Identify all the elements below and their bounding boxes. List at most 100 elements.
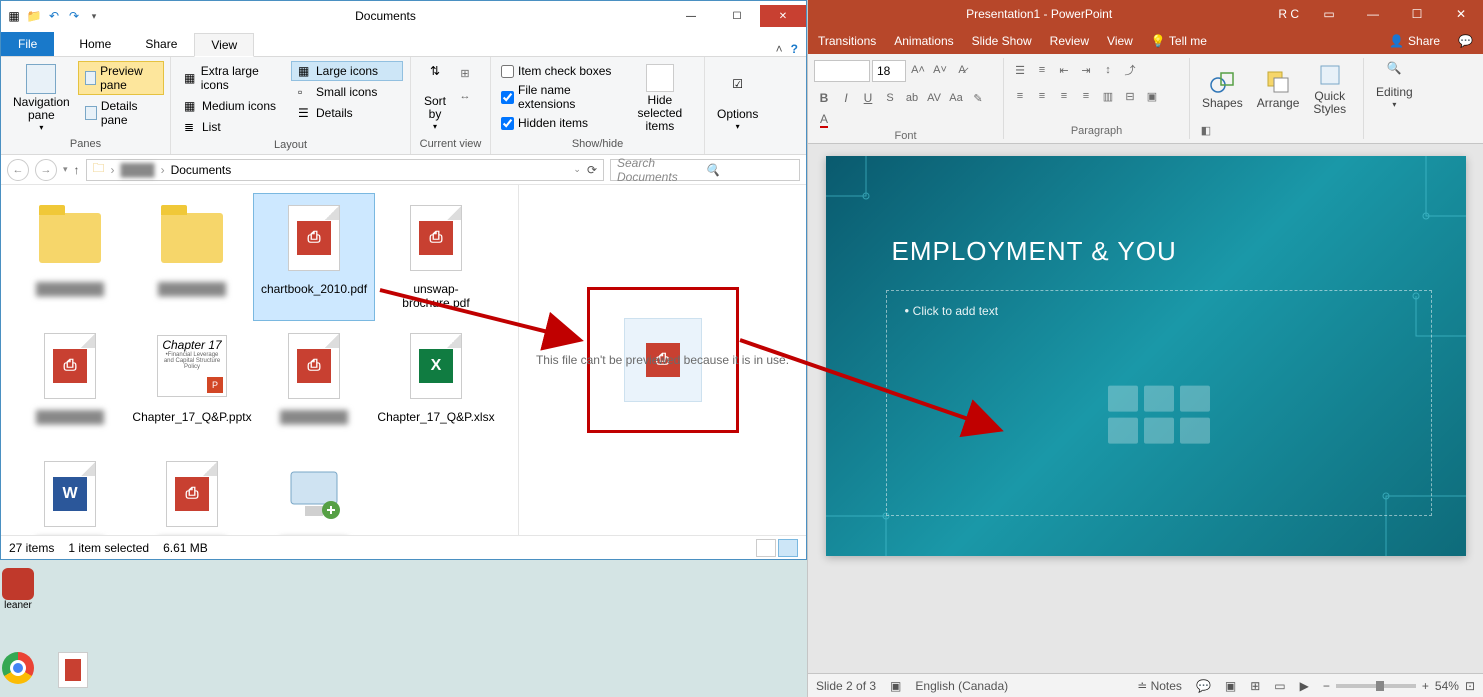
font-family-combo[interactable] <box>814 60 870 82</box>
slide-canvas[interactable]: EMPLOYMENT & YOU • Click to add text <box>808 144 1483 673</box>
file-name-extensions[interactable]: File name extensions <box>499 82 618 112</box>
view-sorter-icon[interactable]: ⊞ <box>1250 679 1260 693</box>
slide[interactable]: EMPLOYMENT & YOU • Click to add text <box>826 156 1466 556</box>
bold-icon[interactable]: B <box>814 88 834 108</box>
recent-locations-icon[interactable]: ▾ <box>63 164 68 175</box>
share-button[interactable]: 👤Share <box>1389 34 1440 48</box>
qat-customize-icon[interactable]: ▾ <box>85 7 103 25</box>
explorer-titlebar[interactable]: ▦ 📁 ↶ ↷ ▾ Documents — ☐ ✕ <box>1 1 806 31</box>
slide-counter[interactable]: Slide 2 of 3 <box>816 679 876 693</box>
numbering-icon[interactable]: ≡ <box>1032 60 1052 80</box>
file-item[interactable]: ⎙chartbook_2010.pdf <box>253 193 375 321</box>
case-icon[interactable]: Aa <box>946 88 966 108</box>
tab-home[interactable]: Home <box>62 32 128 56</box>
size-columns-icon[interactable]: ↔ <box>455 86 475 106</box>
tab-file[interactable]: File <box>1 32 54 56</box>
close-button[interactable]: ✕ <box>760 5 806 27</box>
insert-online-picture-icon[interactable] <box>1144 418 1174 444</box>
tab-view-ppt[interactable]: View <box>1107 34 1133 48</box>
layout-details[interactable]: ☰Details <box>291 103 403 123</box>
desktop-icon-pdf[interactable] <box>58 652 88 688</box>
details-pane-button[interactable]: Details pane <box>78 96 164 130</box>
add-columns-icon[interactable]: ⊞ <box>455 63 475 83</box>
insert-video-icon[interactable] <box>1180 418 1210 444</box>
insert-chart-icon[interactable] <box>1144 386 1174 412</box>
layout-medium[interactable]: ▦Medium icons <box>177 96 289 116</box>
ribbon-collapse-icon[interactable]: ˄ <box>776 42 783 56</box>
ppt-maximize-button[interactable]: ☐ <box>1395 0 1439 28</box>
zoom-control[interactable]: − + 54% ⊡ <box>1323 679 1475 693</box>
tab-view[interactable]: View <box>194 33 254 57</box>
desktop-icon-ccleaner[interactable]: leaner <box>2 568 34 611</box>
up-button[interactable]: ↑ <box>74 163 80 177</box>
file-item[interactable]: ⎙unswap-brochure.pdf <box>375 193 497 321</box>
underline-icon[interactable]: U <box>858 88 878 108</box>
clear-format-icon[interactable]: A̷ <box>952 60 972 80</box>
ppt-minimize-button[interactable]: — <box>1351 0 1395 28</box>
view-normal-icon[interactable]: ▣ <box>1225 679 1236 693</box>
file-item[interactable]: Chapter 17•Financial Leverage and Capita… <box>131 321 253 449</box>
file-item[interactable]: W████████ <box>9 449 131 535</box>
indent-right-icon[interactable]: ⇥ <box>1076 60 1096 80</box>
view-reading-icon[interactable]: ▭ <box>1274 679 1285 693</box>
qat-undo-icon[interactable]: ↶ <box>45 7 63 25</box>
justify-icon[interactable]: ≡ <box>1076 86 1096 106</box>
desktop-icon-chrome[interactable] <box>2 652 34 684</box>
qat-redo-icon[interactable]: ↷ <box>65 7 83 25</box>
decrease-font-icon[interactable]: A˅ <box>930 60 950 80</box>
content-placeholder[interactable]: • Click to add text <box>886 290 1432 516</box>
arrange-button[interactable]: Arrange <box>1251 67 1306 112</box>
notes-button[interactable]: ≐ Notes <box>1137 679 1182 693</box>
file-item[interactable]: ████████ <box>253 449 375 535</box>
align-text-icon[interactable]: ⊟ <box>1120 86 1140 106</box>
tab-review[interactable]: Review <box>1050 34 1089 48</box>
back-button[interactable]: ← <box>7 159 29 181</box>
insert-table-icon[interactable] <box>1108 386 1138 412</box>
layout-large[interactable]: ▦Large icons <box>291 61 403 81</box>
file-item[interactable]: ⎙████████ <box>131 449 253 535</box>
columns-icon[interactable]: ▥ <box>1098 86 1118 106</box>
quick-styles-button[interactable]: Quick Styles <box>1307 60 1352 118</box>
smartart-icon[interactable]: ▣ <box>1142 86 1162 106</box>
file-item[interactable]: ████████ <box>9 193 131 321</box>
fit-to-window-icon[interactable]: ⊡ <box>1465 679 1475 693</box>
tab-animations[interactable]: Animations <box>894 34 953 48</box>
view-details-button[interactable] <box>756 539 776 557</box>
font-color-icon[interactable]: A <box>814 110 834 130</box>
highlight-icon[interactable]: ✎ <box>968 88 988 108</box>
comments-button[interactable]: 💬 <box>1196 679 1211 693</box>
view-slideshow-icon[interactable]: ▶ <box>1300 679 1309 693</box>
italic-icon[interactable]: I <box>836 88 856 108</box>
font-size-combo[interactable]: 18 <box>872 60 906 82</box>
preview-pane-button[interactable]: Preview pane <box>78 61 164 95</box>
hidden-items[interactable]: Hidden items <box>499 115 618 131</box>
shape-fill-icon[interactable]: ◧ <box>1196 120 1216 140</box>
file-item[interactable]: ⎙████████ <box>9 321 131 449</box>
increase-font-icon[interactable]: A˄ <box>908 60 928 80</box>
minimize-button[interactable]: — <box>668 5 714 27</box>
layout-extra-large[interactable]: ▦Extra large icons <box>177 61 289 95</box>
file-item[interactable]: ████████ <box>131 193 253 321</box>
ppt-close-button[interactable]: ✕ <box>1439 0 1483 28</box>
slide-title[interactable]: EMPLOYMENT & YOU <box>892 236 1177 267</box>
navigation-pane-button[interactable]: Navigation pane ▾ <box>7 61 76 136</box>
address-bar[interactable]: 🗀 › ████ › Documents ⌄ ⟳ <box>86 159 604 181</box>
tab-slideshow[interactable]: Slide Show <box>972 34 1032 48</box>
layout-list[interactable]: ≣List <box>177 117 289 137</box>
maximize-button[interactable]: ☐ <box>714 5 760 27</box>
language[interactable]: English (Canada) <box>915 679 1008 693</box>
file-item[interactable]: ⎙████████ <box>253 321 375 449</box>
comments-icon[interactable]: 💬 <box>1458 34 1473 48</box>
search-input[interactable]: Search Documents 🔍 <box>610 159 800 181</box>
items-pane[interactable]: ████████████████⎙chartbook_2010.pdf⎙unsw… <box>1 185 518 535</box>
insert-picture-icon[interactable] <box>1108 418 1138 444</box>
align-center-icon[interactable]: ≡ <box>1032 86 1052 106</box>
spell-check-icon[interactable]: ▣ <box>890 679 901 693</box>
layout-small[interactable]: ▫Small icons <box>291 82 403 102</box>
forward-button[interactable]: → <box>35 159 57 181</box>
item-check-boxes[interactable]: Item check boxes <box>499 63 618 79</box>
editing-button[interactable]: 🔍 Editing ▾ <box>1370 60 1419 112</box>
tell-me[interactable]: 💡 Tell me <box>1151 34 1207 48</box>
help-icon[interactable]: ? <box>791 42 798 56</box>
shadow-icon[interactable]: ab <box>902 88 922 108</box>
